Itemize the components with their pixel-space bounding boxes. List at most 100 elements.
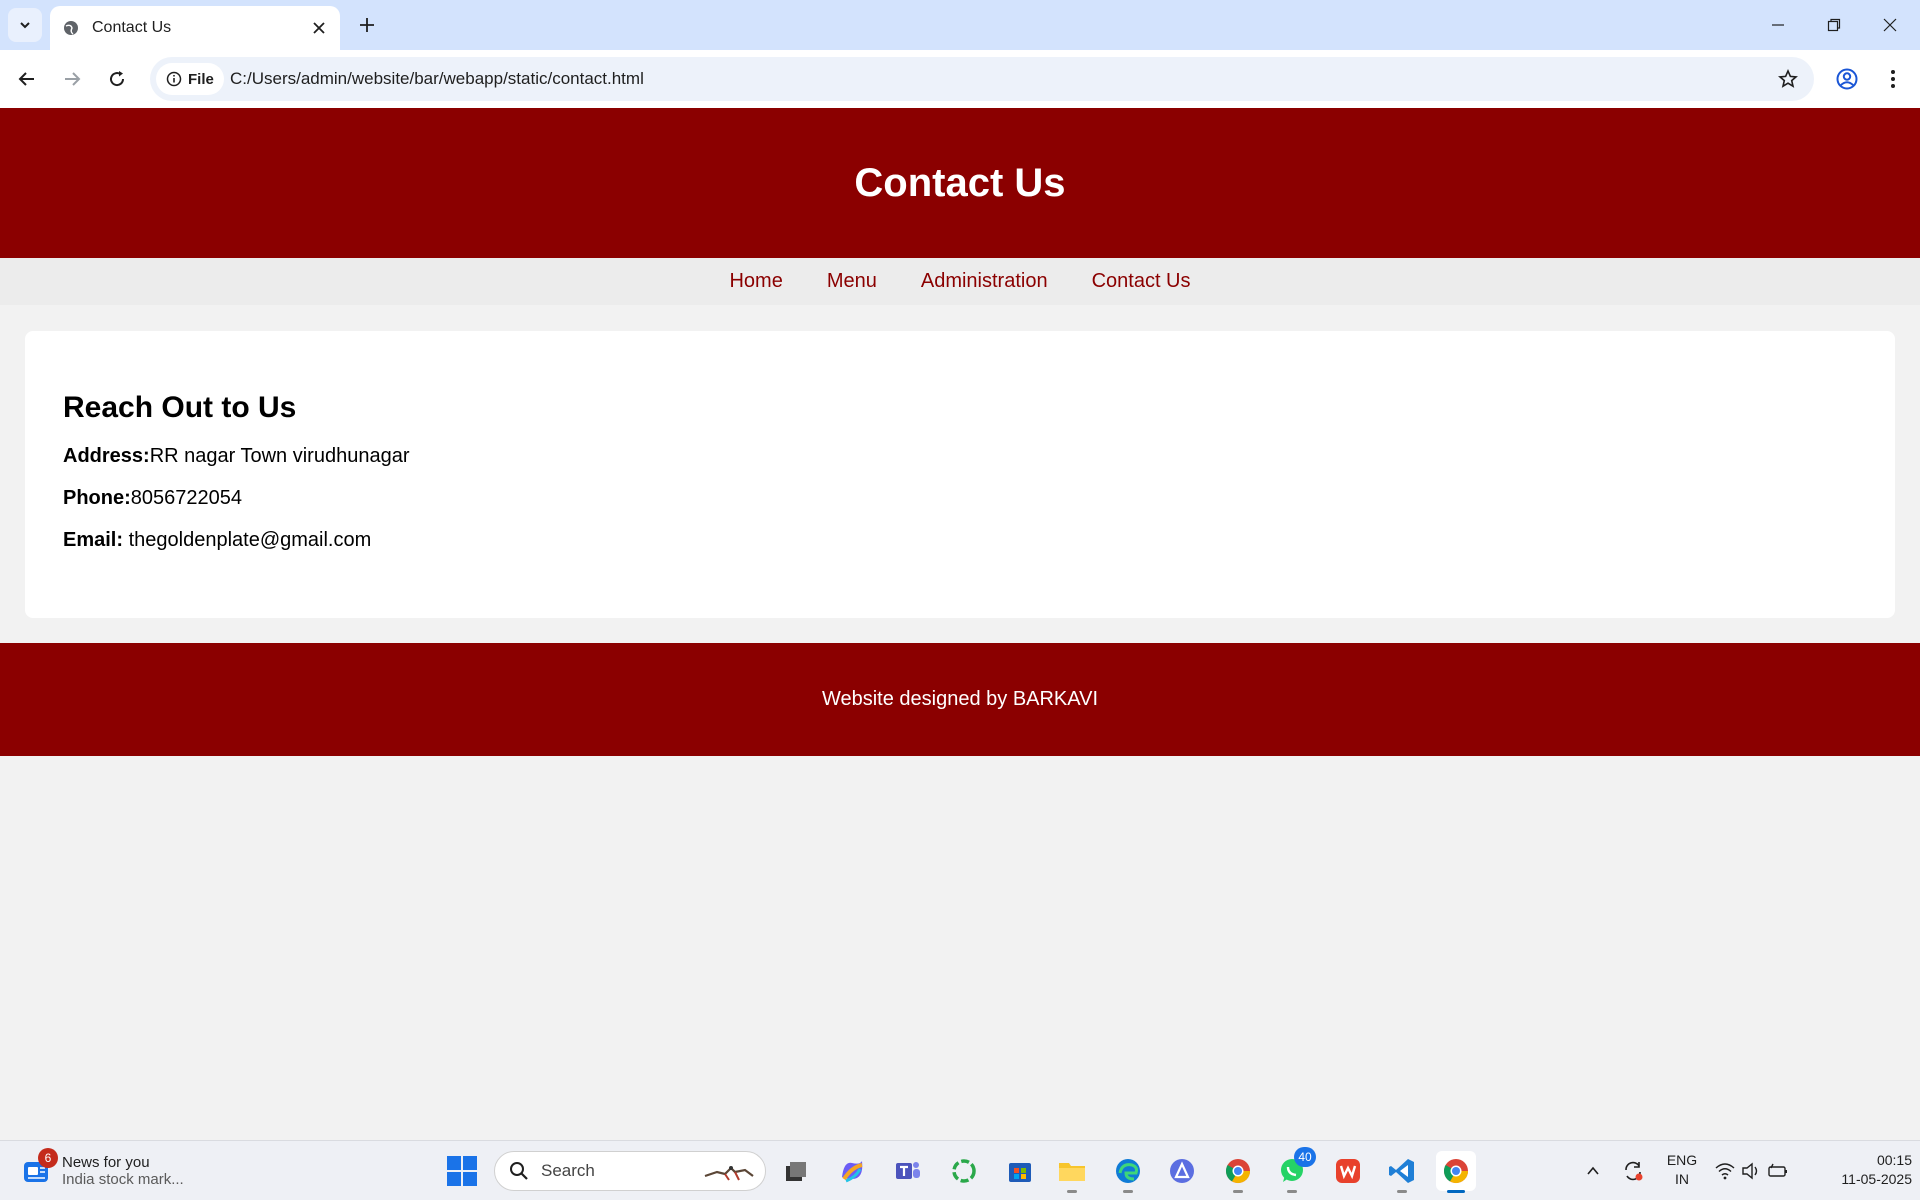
chrome-icon xyxy=(1443,1159,1468,1184)
taskbar-teams[interactable] xyxy=(888,1151,928,1191)
browser-toolbar: File C:/Users/admin/website/bar/webapp/s… xyxy=(0,50,1920,108)
email-label: Email: xyxy=(63,529,124,551)
taskbar-task-view[interactable] xyxy=(776,1151,816,1191)
taskbar-chrome-active[interactable] xyxy=(1436,1151,1476,1193)
site-nav: Home Menu Administration Contact Us xyxy=(0,258,1920,305)
plus-icon xyxy=(360,18,374,32)
battery-icon xyxy=(1768,1163,1787,1177)
globe-icon xyxy=(62,19,80,37)
nav-link-administration[interactable]: Administration xyxy=(921,270,1048,293)
clock-date: 11-05-2025 xyxy=(1841,1171,1912,1187)
news-widget[interactable]: 6 News for you India stock mark... xyxy=(20,1148,200,1193)
running-indicator xyxy=(1447,1190,1465,1193)
taskbar-vpn-app[interactable] xyxy=(1162,1151,1202,1191)
wps-office-icon xyxy=(1336,1159,1360,1183)
more-vertical-icon xyxy=(1891,70,1895,88)
site-chip-label: File xyxy=(188,70,214,88)
address-line: Address:RR nagar Town virudhunagar xyxy=(63,445,1857,468)
start-button[interactable] xyxy=(446,1155,478,1187)
news-title: News for you xyxy=(62,1154,150,1171)
phone-value: 8056722054 xyxy=(130,487,243,509)
running-indicator xyxy=(1397,1190,1407,1193)
tab-search-button[interactable] xyxy=(8,8,42,42)
birds-illustration-icon xyxy=(704,1166,754,1181)
chevron-up-icon xyxy=(1587,1166,1599,1175)
contact-card: Reach Out to Us Address:RR nagar Town vi… xyxy=(25,331,1895,618)
folder-icon xyxy=(1059,1163,1085,1181)
nav-link-contact-us[interactable]: Contact Us xyxy=(1092,270,1191,293)
teams-icon xyxy=(896,1162,920,1179)
taskbar-search[interactable]: Search xyxy=(494,1151,766,1191)
address-bar[interactable]: File C:/Users/admin/website/bar/webapp/s… xyxy=(150,57,1814,101)
nav-link-menu[interactable]: Menu xyxy=(827,270,877,293)
close-icon xyxy=(1883,18,1897,32)
restore-button[interactable] xyxy=(1806,0,1862,50)
minimize-button[interactable] xyxy=(1750,0,1806,50)
taskbar-file-explorer[interactable] xyxy=(1052,1151,1092,1193)
taskbar-chrome-1[interactable] xyxy=(1218,1151,1258,1193)
nav-link-home[interactable]: Home xyxy=(729,270,782,293)
new-tab-button[interactable] xyxy=(352,10,382,40)
taskbar-whatsapp[interactable]: 40 xyxy=(1272,1147,1316,1193)
quick-settings-button[interactable] xyxy=(1712,1151,1792,1191)
store-icon xyxy=(1009,1163,1031,1182)
minimize-icon xyxy=(1772,24,1784,26)
clock[interactable]: 00:15 11-05-2025 xyxy=(1812,1151,1912,1189)
reload-button[interactable] xyxy=(100,62,134,96)
active-tab[interactable]: Contact Us xyxy=(50,6,340,50)
lang-line-1: ENG xyxy=(1666,1152,1698,1168)
section-title: Reach Out to Us xyxy=(63,391,297,424)
reload-icon xyxy=(110,71,125,87)
wifi-icon xyxy=(1715,1163,1735,1180)
triangle-app-icon xyxy=(1170,1159,1194,1183)
site-header: Contact Us xyxy=(0,108,1920,258)
close-window-button[interactable] xyxy=(1862,0,1918,50)
chevron-down-icon xyxy=(20,22,30,29)
running-indicator xyxy=(1287,1190,1297,1193)
running-indicator xyxy=(1067,1190,1077,1193)
taskbar-store[interactable] xyxy=(1000,1151,1040,1191)
forward-button[interactable] xyxy=(55,62,89,96)
taskbar-wps[interactable] xyxy=(1328,1151,1368,1191)
lang-line-2: IN xyxy=(1675,1171,1689,1187)
arrow-left-icon xyxy=(18,72,34,86)
chrome-icon xyxy=(1225,1159,1250,1184)
news-icon: 6 xyxy=(20,1148,58,1188)
browser-tab-bar: Contact Us xyxy=(0,0,1920,50)
windows-logo-icon xyxy=(447,1156,477,1186)
news-badge: 6 xyxy=(38,1148,58,1168)
taskbar-edge[interactable] xyxy=(1108,1151,1148,1193)
url-text[interactable]: C:/Users/admin/website/bar/webapp/static… xyxy=(230,69,644,89)
taskbar: 6 News for you India stock mark... Searc… xyxy=(0,1140,1920,1200)
taskbar-copilot[interactable] xyxy=(832,1151,872,1191)
close-tab-icon[interactable] xyxy=(306,15,332,41)
volume-icon xyxy=(1742,1162,1758,1180)
phone-line: Phone:8056722054 xyxy=(63,487,1857,510)
running-indicator xyxy=(1233,1190,1243,1193)
input-language-indicator[interactable]: ENG IN xyxy=(1660,1151,1704,1189)
restore-icon xyxy=(1827,18,1841,32)
tab-title: Contact Us xyxy=(92,19,172,36)
profile-button[interactable] xyxy=(1830,62,1864,96)
arrow-right-icon xyxy=(65,72,81,86)
account-icon xyxy=(1836,68,1858,90)
taskbar-vscode[interactable] xyxy=(1382,1151,1422,1193)
phone-label: Phone: xyxy=(63,487,131,509)
address-value: RR nagar Town virudhunagar xyxy=(149,445,410,467)
vscode-icon xyxy=(1389,1159,1414,1183)
info-icon xyxy=(166,71,182,87)
sync-status-button[interactable] xyxy=(1618,1151,1648,1191)
copilot-icon xyxy=(842,1161,863,1183)
browser-menu-button[interactable] xyxy=(1876,62,1910,96)
taskbar-green-app[interactable] xyxy=(944,1151,984,1191)
search-label: Search xyxy=(541,1161,595,1180)
site-info-chip[interactable]: File xyxy=(156,63,224,95)
show-hidden-icons-button[interactable] xyxy=(1578,1151,1608,1191)
task-view-icon xyxy=(786,1162,806,1181)
news-subtitle: India stock mark... xyxy=(62,1171,184,1188)
clock-time: 00:15 xyxy=(1876,1152,1912,1168)
email-line: Email: thegoldenplate@gmail.com xyxy=(63,529,1857,552)
address-label: Address: xyxy=(63,445,150,467)
back-button[interactable] xyxy=(10,62,44,96)
bookmark-star-icon[interactable] xyxy=(1776,67,1800,91)
